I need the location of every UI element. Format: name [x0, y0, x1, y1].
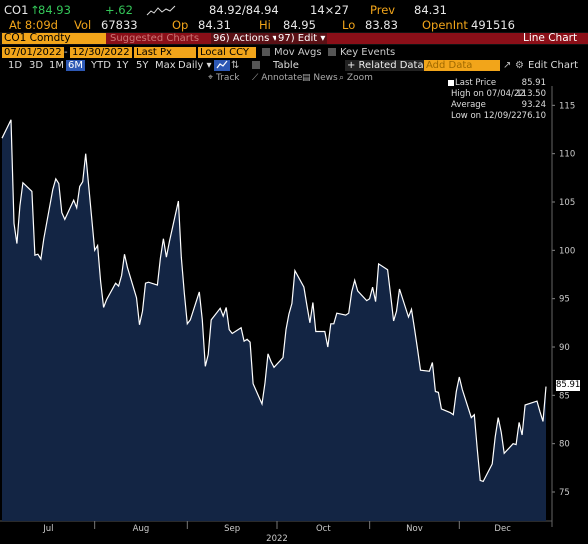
quote-time: At 8:09d	[9, 18, 58, 32]
bid-ask-size: 14×27	[310, 3, 349, 17]
x-tick-label: Aug	[133, 524, 150, 534]
x-tick-label: Nov	[406, 524, 423, 534]
low-label: Lo	[342, 18, 356, 32]
track-tool[interactable]: ⌖ Track	[206, 73, 242, 84]
y-tick-label: 115	[559, 101, 575, 111]
actions-menu[interactable]: 96) Actions ▾	[211, 33, 280, 44]
date-separator: -	[64, 47, 68, 58]
legend-value-high: 113.50	[516, 89, 546, 99]
y-tick-label: 85	[559, 391, 570, 401]
range-ytd[interactable]: YTD	[89, 60, 113, 71]
y-tick-label: 80	[559, 440, 570, 450]
settings-icon[interactable]: ⚙	[513, 60, 526, 71]
last-price-flag: 85.91	[556, 380, 581, 391]
low-value: 83.83	[365, 18, 398, 32]
volume-value: 67833	[101, 18, 138, 32]
table-checkbox[interactable]	[252, 61, 260, 69]
y-tick-label: 95	[559, 295, 570, 305]
high-value: 84.95	[283, 18, 316, 32]
security-bar: CO1 Comdty Suggested Charts 96) Actions …	[0, 32, 588, 45]
mov-avgs-checkbox[interactable]	[262, 48, 270, 56]
range-bar: 1D 3D 1M 6M YTD 1Y 5Y Max Daily ▾ ⇅ Tabl…	[0, 60, 588, 72]
chart-type-title: Line Chart	[523, 32, 578, 44]
prev-label: Prev	[370, 3, 396, 17]
y-tick-label: 100	[559, 246, 575, 256]
legend-value-last: 85.91	[521, 78, 546, 88]
x-axis: Jul Aug Sep Oct Nov Dec 2022	[42, 521, 511, 544]
track-label: Track	[215, 73, 240, 83]
zoom-label: Zoom	[346, 73, 373, 83]
suggested-charts-button[interactable]: Suggested Charts	[108, 33, 201, 44]
range-3d[interactable]: 3D	[27, 60, 45, 71]
key-events-label: Key Events	[340, 47, 396, 58]
frequency-menu[interactable]: Daily ▾	[176, 60, 214, 71]
x-tick-label: Dec	[494, 524, 511, 534]
candle-chart-icon[interactable]: ⇅	[229, 60, 249, 71]
key-events-checkbox[interactable]	[328, 48, 336, 56]
range-1y[interactable]: 1Y	[114, 60, 130, 71]
quote-row-1: CO1 ↑ 84.93 +.62 84.92/84.94 14×27 Prev …	[0, 3, 588, 17]
bid-ask: 84.92/84.94	[209, 3, 279, 17]
legend-value-low: 76.10	[521, 111, 546, 121]
edit-chart-button[interactable]: Edit Chart	[526, 60, 580, 71]
date-range-bar: 07/01/2022 - 12/30/2022 Last Px Local CC…	[0, 47, 588, 59]
open-interest-label: OpenInt	[422, 18, 468, 32]
annotate-icon: ⟋	[252, 73, 259, 83]
quote-row-2: At 8:09d Vol 67833 Op 84.31 Hi 84.95 Lo …	[0, 18, 588, 32]
range-6m[interactable]: 6M	[66, 60, 85, 71]
end-date-field[interactable]: 12/30/2022	[70, 47, 132, 58]
mov-avgs-label: Mov Avgs	[274, 47, 322, 58]
x-tick-label: Sep	[224, 524, 240, 534]
range-5y[interactable]: 5Y	[134, 60, 150, 71]
legend-label-high: High on 07/04/22	[451, 89, 525, 99]
table-label: Table	[273, 60, 299, 71]
legend-label-average: Average	[451, 100, 486, 110]
sparkline-icon	[146, 5, 176, 16]
annotate-label: Annotate	[261, 73, 303, 83]
news-icon: ▤	[302, 73, 311, 83]
last-price: 84.93	[38, 3, 71, 17]
line-chart-icon[interactable]	[214, 60, 230, 71]
track-icon: ⌖	[208, 73, 214, 83]
ticker[interactable]: CO1	[4, 3, 28, 17]
open-label: Op	[172, 18, 189, 32]
news-tool[interactable]: ▤ News	[300, 73, 340, 84]
legend-label-last: Last Price	[455, 78, 497, 88]
zoom-tool[interactable]: ⌕ Zoom	[337, 73, 375, 84]
related-data-menu[interactable]: + Related Data ▾	[345, 60, 434, 71]
prev-value: 84.31	[414, 3, 447, 17]
y-tick-label: 75	[559, 488, 570, 498]
zoom-icon: ⌕	[339, 73, 345, 83]
x-tick-label: Jul	[42, 524, 53, 534]
range-1m[interactable]: 1M	[47, 60, 66, 71]
legend-swatch	[448, 80, 454, 86]
price-line	[1, 119, 547, 483]
range-1d[interactable]: 1D	[6, 60, 24, 71]
open-interest-value: 491516	[471, 18, 515, 32]
y-tick-label: 105	[559, 198, 575, 208]
high-label: Hi	[259, 18, 271, 32]
chart-legend: Last Price 85.91 High on 07/04/22 113.50…	[447, 78, 550, 122]
add-data-field[interactable]: Add Data	[424, 60, 500, 71]
net-change: +.62	[105, 3, 133, 17]
field-selector[interactable]: Last Px	[134, 47, 196, 58]
open-value: 84.31	[198, 18, 231, 32]
legend-label-low: Low on 12/09/22	[451, 111, 522, 121]
y-axis: 75 80 85 90 95 100 105 110 115	[551, 86, 575, 527]
security-field[interactable]: CO1 Comdty	[2, 33, 106, 44]
y-tick-label: 110	[559, 150, 575, 160]
news-label: News	[313, 73, 338, 83]
x-tick-label: Oct	[316, 524, 331, 534]
range-max[interactable]: Max	[153, 60, 178, 71]
y-tick-label: 90	[559, 343, 570, 353]
volume-label: Vol	[74, 18, 92, 32]
currency-selector[interactable]: Local CCY	[198, 47, 256, 58]
price-area	[2, 119, 546, 522]
legend-value-average: 93.24	[521, 100, 546, 110]
start-date-field[interactable]: 07/01/2022	[2, 47, 64, 58]
annotate-tool[interactable]: ⟋ Annotate	[250, 73, 304, 84]
expand-icon[interactable]: ↗	[501, 60, 513, 71]
x-year-label: 2022	[266, 534, 288, 544]
edit-menu[interactable]: 97) Edit ▾	[276, 33, 328, 44]
